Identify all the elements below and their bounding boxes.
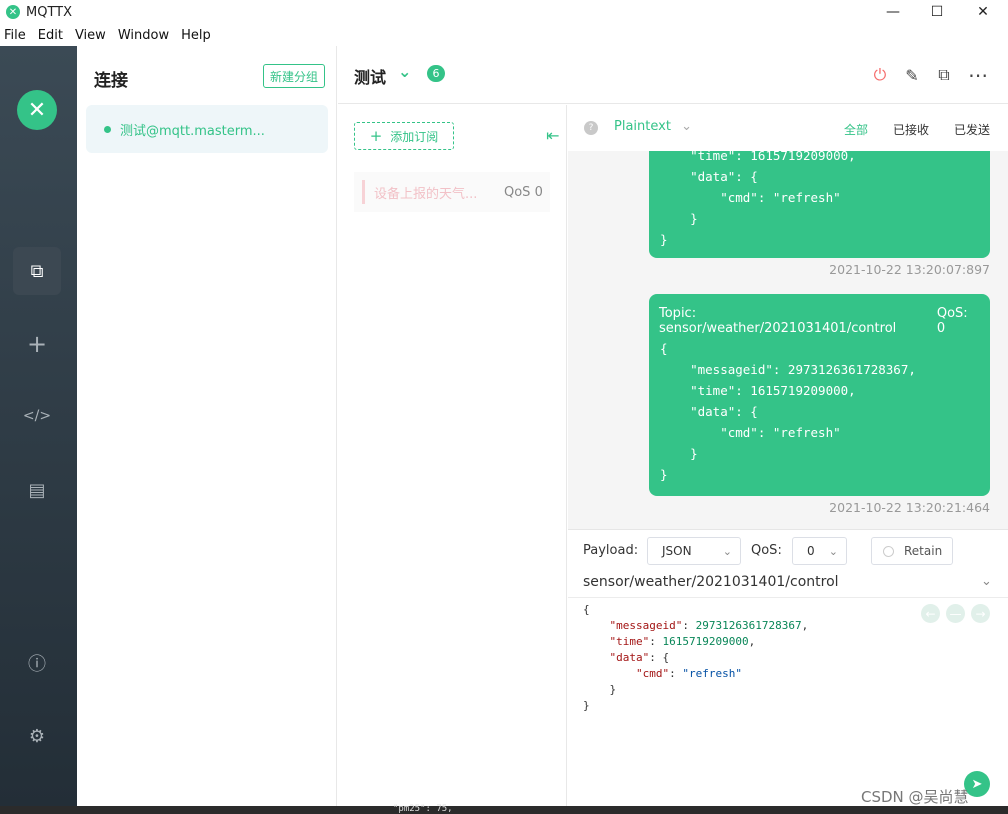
message-qos: QoS: 0 — [936, 306, 968, 336]
payload-format-select[interactable]: Plaintext ⌄ — [614, 119, 692, 134]
close-button[interactable]: ✕ — [960, 0, 1006, 24]
log-nav-icon[interactable]: ▤ — [13, 466, 61, 514]
message-time: 2021-10-22 13:20:21:464 — [829, 500, 990, 515]
message-payload: { "messageid": 2973126361728367, "time":… — [660, 341, 916, 482]
connection-title: 测试 — [354, 68, 387, 87]
message-toolbar: ? Plaintext ⌄ 全部 已接收 已发送 — [568, 105, 1008, 151]
subscription-color-bar — [362, 180, 365, 204]
publish-topic-input[interactable]: sensor/weather/2021031401/control — [583, 574, 839, 590]
payload-type-value: JSON — [662, 544, 692, 558]
new-connection-nav-icon[interactable]: + — [13, 320, 61, 368]
code-key: "time" — [609, 635, 650, 648]
retain-radio-icon — [883, 545, 894, 557]
connections-panel: 连接 新建分组 测试@mqtt.masterm... — [77, 46, 337, 806]
tab-sent[interactable]: 已发送 — [954, 121, 990, 138]
connection-name: 测试@mqtt.masterm... — [120, 123, 265, 139]
menu-edit[interactable]: Edit — [38, 28, 63, 43]
script-nav-icon[interactable]: </> — [13, 392, 61, 440]
code-number: 1615719209000 — [662, 635, 749, 648]
retain-checkbox[interactable]: Retain — [871, 537, 953, 565]
new-window-icon[interactable]: ⧉ — [933, 64, 955, 86]
code-key: "cmd" — [635, 667, 670, 680]
subscription-topic: 设备上报的天气... — [374, 186, 478, 202]
menu-view[interactable]: View — [75, 28, 106, 43]
message-time: 2021-10-22 13:20:07:897 — [829, 262, 990, 277]
qos-value: 0 — [807, 544, 815, 558]
add-subscription-button[interactable]: + 添加订阅 — [354, 122, 454, 150]
message-topic: Topic: sensor/weather/2021031401/control — [659, 306, 897, 336]
watermark: CSDN @吴尚慧 — [861, 788, 969, 806]
payload-label: Payload: — [583, 543, 639, 558]
menu-bar: File Edit View Window Help — [0, 24, 1008, 46]
subscriptions-panel: + 添加订阅 ⇤ 设备上报的天气... QoS 0 — [338, 105, 567, 806]
code-line: { — [583, 603, 590, 616]
code-number: 2973126361728367 — [695, 619, 802, 632]
tab-all[interactable]: 全部 — [844, 121, 868, 138]
publish-panel: Payload: JSON ⌄ QoS: 0 ⌄ Retain sensor/w… — [568, 529, 1008, 806]
code-key: "messageid" — [609, 619, 683, 632]
background-code-text: "pm25": 75, — [393, 804, 453, 814]
subscription-item[interactable]: 设备上报的天气... QoS 0 — [354, 172, 550, 212]
chevron-down-icon: ⌄ — [722, 544, 732, 558]
code-line: } — [583, 699, 590, 712]
reset-icon[interactable]: — — [946, 604, 965, 623]
about-nav-icon[interactable]: ⓘ — [13, 639, 61, 687]
minimize-button[interactable]: — — [870, 0, 916, 24]
message-bubble[interactable]: Topic: sensor/weather/2021031401/control… — [649, 294, 990, 496]
menu-help[interactable]: Help — [181, 28, 211, 43]
left-nav-bar: ✕ ⧉ + </> ▤ ⓘ ⚙ — [0, 46, 77, 806]
code-string: "refresh" — [682, 667, 742, 680]
plus-icon: + — [369, 127, 383, 145]
menu-file[interactable]: File — [4, 28, 26, 43]
payload-format-value: Plaintext — [614, 119, 671, 134]
qos-select[interactable]: 0 ⌄ — [792, 537, 847, 565]
message-list[interactable]: "time": 1615719209000, "data": { "cmd": … — [568, 151, 1008, 529]
settings-nav-icon[interactable]: ⚙ — [13, 712, 61, 760]
message-payload: "time": 1615719209000, "data": { "cmd": … — [660, 151, 856, 247]
chevron-down-icon[interactable]: ⌄ — [398, 62, 411, 81]
chevron-down-icon: ⌄ — [828, 544, 838, 558]
disconnect-icon[interactable]: ⏻ — [869, 64, 891, 86]
connections-title: 连接 — [94, 71, 128, 91]
more-icon[interactable]: ⋯ — [967, 63, 989, 87]
qos-label: QoS: — [751, 543, 782, 558]
tab-received[interactable]: 已接收 — [893, 121, 929, 138]
next-icon[interactable]: → — [971, 604, 990, 623]
message-bubble[interactable]: "time": 1615719209000, "data": { "cmd": … — [649, 151, 990, 258]
retain-label: Retain — [904, 544, 943, 558]
chevron-down-icon: ⌄ — [681, 119, 692, 134]
add-subscription-label: 添加订阅 — [390, 129, 439, 144]
code-line: } — [609, 683, 617, 696]
message-header: Topic: sensor/weather/2021031401/control… — [659, 306, 980, 336]
title-bar: ✕ MQTTX — ☐ ✕ — [0, 0, 1008, 24]
chevron-down-icon[interactable]: ⌄ — [981, 574, 992, 589]
subscription-qos: QoS 0 — [504, 184, 543, 200]
message-count-badge: 6 — [427, 65, 445, 82]
previous-icon[interactable]: ← — [921, 604, 940, 623]
payload-editor[interactable]: { "messageid": 2973126361728367, "time":… — [568, 597, 1008, 807]
maximize-button[interactable]: ☐ — [914, 0, 960, 24]
menu-window[interactable]: Window — [118, 28, 169, 43]
mqttx-logo-icon: ✕ — [17, 90, 57, 130]
connection-item[interactable]: 测试@mqtt.masterm... — [86, 105, 328, 153]
connection-header: 测试 ⌄ 6 ⏻ ✎ ⧉ ⋯ — [338, 46, 1008, 104]
code-key: "data" — [609, 651, 650, 664]
connection-status-dot — [104, 125, 111, 133]
connections-nav-icon[interactable]: ⧉ — [13, 247, 61, 295]
app-logo-icon: ✕ — [6, 5, 20, 19]
help-icon[interactable]: ? — [584, 121, 598, 135]
background-window-strip: "pm25": 75, — [0, 804, 1008, 814]
window-title: MQTTX — [26, 4, 73, 20]
payload-type-select[interactable]: JSON ⌄ — [647, 537, 741, 565]
new-group-button[interactable]: 新建分组 — [263, 64, 325, 88]
edit-icon[interactable]: ✎ — [901, 64, 923, 86]
collapse-panel-icon[interactable]: ⇤ — [546, 126, 559, 145]
